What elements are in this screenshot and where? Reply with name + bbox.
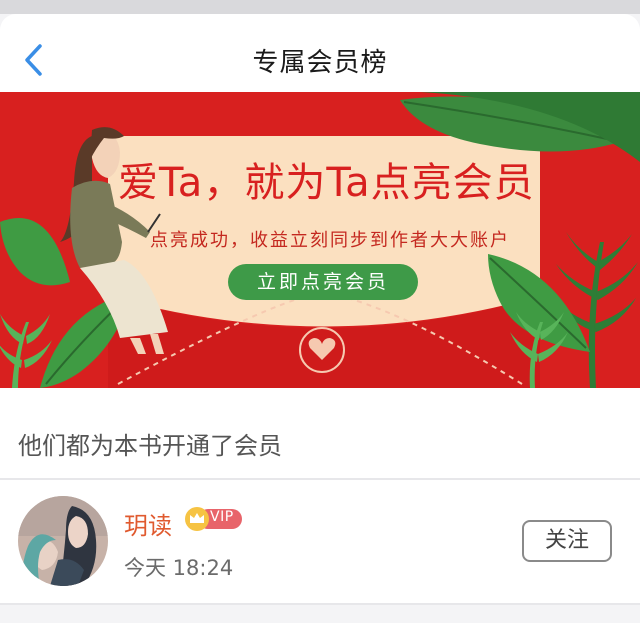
divider xyxy=(0,603,640,605)
avatar[interactable] xyxy=(18,496,108,586)
member-name[interactable]: 玥读 xyxy=(124,506,172,541)
banner-headline: 爱Ta，就为Ta点亮会员 xyxy=(118,160,535,206)
light-up-vip-button[interactable]: 立即点亮会员 xyxy=(228,264,418,300)
nav-header: 专属会员榜 xyxy=(0,14,640,92)
vip-badge: VIP xyxy=(184,506,244,532)
section-title: 他们都为本书开通了会员 xyxy=(18,432,282,460)
follow-button[interactable]: 关注 xyxy=(522,520,612,562)
section-header: 他们都为本书开通了会员 xyxy=(0,388,640,478)
top-strip xyxy=(0,0,640,14)
avatar-image xyxy=(18,496,108,586)
member-join-time: 今天 18:24 xyxy=(124,556,234,580)
vip-promo-banner[interactable]: 爱Ta，就为Ta点亮会员 点亮成功，收益立刻同步到作者大大账户 立即点亮会员 xyxy=(0,92,640,388)
member-list-item[interactable]: 玥读 VIP 今天 18:24 关注 xyxy=(0,480,640,603)
banner-subline: 点亮成功，收益立刻同步到作者大大账户 xyxy=(150,230,510,251)
vip-label: VIP xyxy=(210,509,234,525)
page-title: 专属会员榜 xyxy=(252,48,388,78)
